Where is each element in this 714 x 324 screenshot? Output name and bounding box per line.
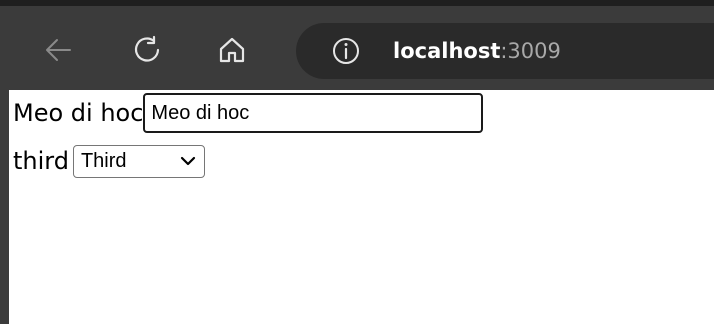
browser-toolbar: localhost:3009 — [0, 0, 714, 90]
name-input[interactable] — [143, 93, 484, 133]
choice-select[interactable]: Third — [72, 144, 205, 178]
chevron-down-icon — [180, 156, 196, 166]
name-label: Meo di hoc — [13, 99, 144, 127]
name-row: Meo di hoc — [13, 93, 484, 133]
url-text: localhost:3009 — [393, 39, 561, 63]
refresh-button[interactable] — [125, 28, 169, 72]
home-icon — [217, 35, 247, 65]
back-arrow-icon — [43, 35, 73, 65]
home-button[interactable] — [210, 28, 254, 72]
choice-label: third — [13, 147, 69, 175]
refresh-icon — [132, 35, 162, 65]
back-button[interactable] — [36, 28, 80, 72]
choice-row: third Third — [13, 143, 205, 179]
url-port: :3009 — [500, 39, 561, 63]
window-left-edge — [0, 90, 9, 324]
choice-selected-value: Third — [80, 149, 127, 172]
url-host: localhost — [393, 39, 501, 63]
address-bar[interactable]: localhost:3009 — [296, 23, 714, 79]
info-icon[interactable] — [332, 37, 360, 65]
